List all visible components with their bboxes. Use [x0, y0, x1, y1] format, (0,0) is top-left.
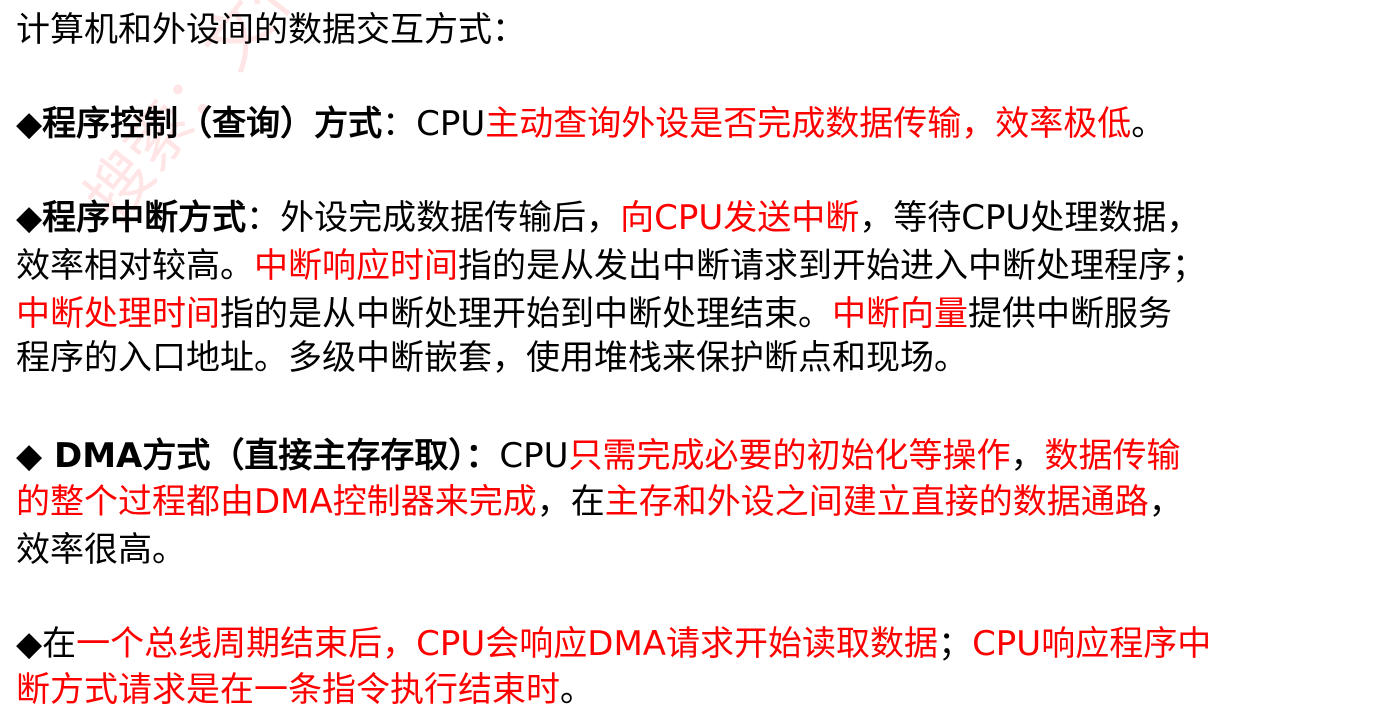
- interrupt-line-2: 效率相对较高。中断响应时间指的是从发出中断请求到开始进入中断处理程序；: [16, 244, 1206, 288]
- interrupt-line-3: 中断处理时间指的是从中断处理开始到中断处理结束。中断向量提供中断服务: [16, 292, 1172, 336]
- intro-title: 计算机和外设间的数据交互方式：: [16, 8, 526, 52]
- document-page: 计算机和外设间的数据交互方式： ◆程序控制（查询）方式：CPU主动查询外设是否完…: [16, 0, 1372, 720]
- dma-line-3: 效率很高。: [16, 528, 186, 572]
- bullet-icon: ◆: [16, 198, 43, 238]
- dma-highlight-1: 只需完成必要的初始化等操作: [568, 436, 1011, 476]
- interrupt-text-2: ，等待CPU处理数据，: [859, 198, 1201, 238]
- dma-colon: ：: [465, 436, 500, 476]
- timing-line-2: 断方式请求是在一条指令执行结束时。: [16, 668, 594, 712]
- dma-highlight-3: 的整个过程都由DMA控制器来完成: [16, 482, 537, 522]
- interrupt-highlight-3: 中断处理时间: [16, 294, 220, 334]
- dma-line-2: 的整个过程都由DMA控制器来完成，在主存和外设之间建立直接的数据通路，: [16, 480, 1183, 524]
- bullet-icon: ◆: [16, 104, 43, 144]
- dma-text-1: CPU: [499, 436, 569, 476]
- interrupt-text-5: 指的是从中断处理开始到中断处理结束。: [220, 294, 832, 334]
- dma-text-5: 效率很高。: [16, 530, 186, 570]
- dma-line-1: ◆ DMA方式（直接主存存取）：CPU只需完成必要的初始化等操作，数据传输: [16, 434, 1181, 478]
- intro-title-text: 计算机和外设间的数据交互方式：: [16, 10, 526, 50]
- timing-text-1: 在: [42, 624, 77, 664]
- polling-paragraph: ◆程序控制（查询）方式：CPU主动查询外设是否完成数据传输，效率极低。: [16, 102, 1165, 146]
- interrupt-line-4: 程序的入口地址。多级中断嵌套，使用堆栈来保护断点和现场。: [16, 336, 968, 380]
- interrupt-colon: ：: [246, 198, 281, 238]
- timing-highlight-1: 一个总线周期结束后，CPU会响应DMA请求开始读取数据: [76, 624, 939, 664]
- interrupt-heading: 程序中断方式: [42, 198, 247, 238]
- bullet-icon: ◆: [16, 436, 54, 476]
- interrupt-text-3: 效率相对较高。: [16, 246, 254, 286]
- timing-highlight-3: 断方式请求是在一条指令执行结束时: [16, 670, 560, 710]
- interrupt-text-4: 指的是从发出中断请求到开始进入中断处理程序；: [458, 246, 1206, 286]
- timing-line-1: ◆在一个总线周期结束后，CPU会响应DMA请求开始读取数据；CPU响应程序中: [16, 622, 1211, 666]
- dma-highlight-2: 数据传输: [1044, 436, 1181, 476]
- dma-highlight-4: 主存和外设之间建立直接的数据通路: [604, 482, 1149, 522]
- dma-heading: DMA方式（直接主存存取）: [53, 436, 466, 476]
- interrupt-text-7: 程序的入口地址。多级中断嵌套，使用堆栈来保护断点和现场。: [16, 338, 968, 378]
- dma-text-4: ，: [1148, 482, 1183, 522]
- dma-text-3: ，在: [536, 482, 605, 522]
- interrupt-text-6: 提供中断服务: [968, 294, 1172, 334]
- polling-heading: 程序控制（查询）方式: [42, 104, 383, 144]
- interrupt-text-1: 外设完成数据传输后，: [280, 198, 621, 238]
- bullet-icon: ◆: [16, 624, 43, 664]
- interrupt-highlight-4: 中断向量: [832, 294, 968, 334]
- interrupt-line-1: ◆程序中断方式：外设完成数据传输后，向CPU发送中断，等待CPU处理数据，: [16, 196, 1200, 240]
- interrupt-highlight-2: 中断响应时间: [254, 246, 458, 286]
- timing-text-3: 。: [560, 670, 594, 710]
- polling-text-2: 。: [1131, 104, 1166, 144]
- timing-highlight-2: CPU响应程序中: [972, 624, 1212, 664]
- polling-colon: ：: [382, 104, 417, 144]
- polling-text-1: CPU: [416, 104, 486, 144]
- interrupt-highlight-1: 向CPU发送中断: [620, 198, 860, 238]
- timing-text-2: ；: [938, 624, 973, 664]
- polling-highlight-1: 主动查询外设是否完成数据传输，效率极低: [485, 104, 1132, 144]
- dma-text-2: ，: [1010, 436, 1045, 476]
